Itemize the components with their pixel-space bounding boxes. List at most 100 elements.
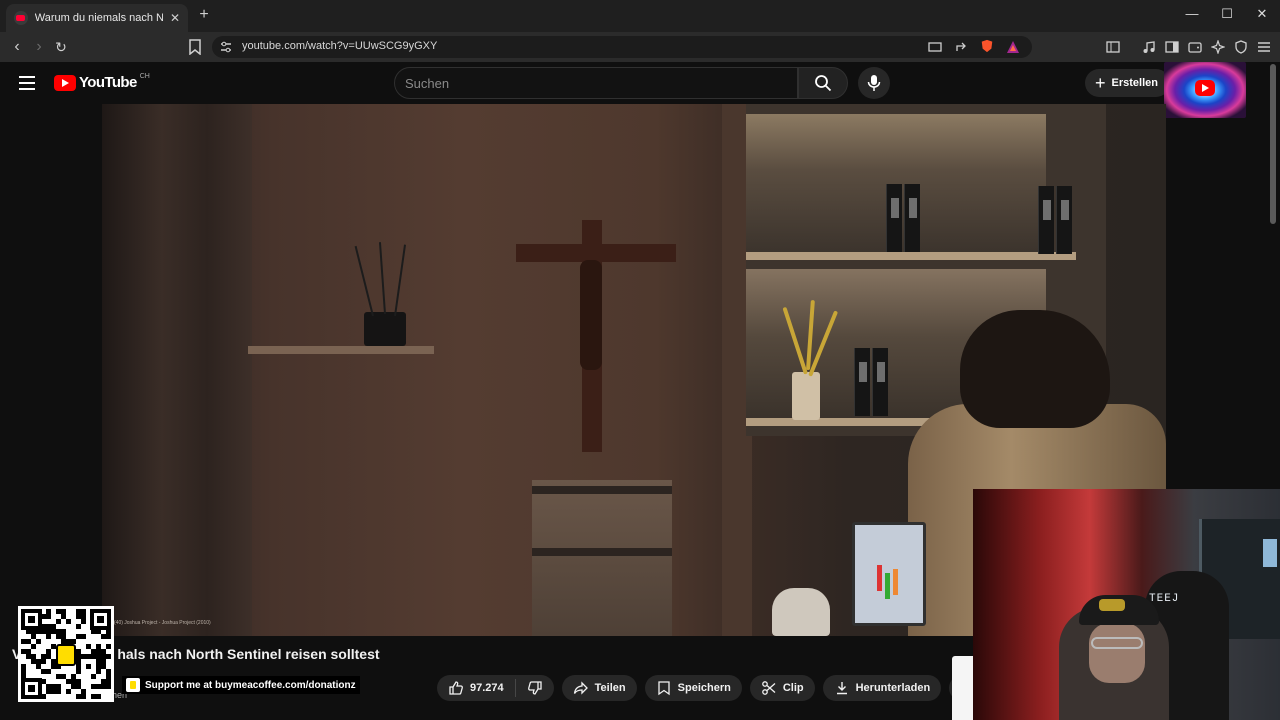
voice-search-button[interactable] bbox=[858, 67, 890, 99]
site-settings-icon[interactable] bbox=[220, 40, 232, 54]
create-button[interactable]: + Erstellen bbox=[1085, 69, 1170, 97]
qr-finder bbox=[90, 609, 111, 630]
clip-label: Clip bbox=[782, 682, 804, 694]
download-icon bbox=[836, 682, 847, 695]
clip-button[interactable]: Clip bbox=[749, 675, 815, 701]
guide-menu-icon[interactable] bbox=[19, 76, 35, 90]
eye-logo-icon bbox=[1195, 80, 1215, 96]
reading-list-icon[interactable] bbox=[1165, 40, 1179, 54]
video-scene-binder bbox=[886, 184, 902, 252]
address-bar[interactable]: youtube.com/watch?v=UUwSCG9yGXY bbox=[212, 36, 1032, 58]
share-page-icon[interactable] bbox=[954, 40, 968, 54]
browser-toolbar: ‹ › ↻ youtube.com/watch?v=UUwSCG9yGXY bbox=[0, 32, 1280, 62]
cast-icon[interactable] bbox=[928, 40, 942, 54]
like-count: 97.274 bbox=[470, 682, 504, 694]
glasses-icon bbox=[1091, 637, 1143, 649]
microphone-icon bbox=[867, 75, 881, 91]
url-text: youtube.com/watch?v=UUwSCG9yGXY bbox=[242, 40, 438, 52]
page-scrollbar[interactable] bbox=[1270, 64, 1276, 224]
qr-module bbox=[106, 694, 111, 699]
video-scene-binder bbox=[904, 184, 920, 252]
vpn-icon[interactable] bbox=[1234, 40, 1248, 54]
qr-finder bbox=[21, 678, 42, 699]
like-button[interactable]: 97.274 bbox=[437, 675, 515, 701]
create-label: Erstellen bbox=[1111, 77, 1158, 89]
search-icon bbox=[815, 75, 832, 92]
search-box[interactable] bbox=[394, 67, 798, 99]
browser-menu-icon[interactable] bbox=[1257, 40, 1271, 54]
donation-qr-code bbox=[18, 606, 114, 702]
youtube-logo[interactable]: YouTube CH bbox=[54, 73, 150, 91]
media-controls-icon[interactable] bbox=[1142, 40, 1156, 54]
qr-finder bbox=[21, 609, 42, 630]
brave-rewards-icon[interactable] bbox=[1006, 40, 1020, 54]
video-source-caption: (40) Joshua Project - Joshua Project (20… bbox=[114, 620, 211, 626]
avatar[interactable] bbox=[1164, 62, 1246, 118]
video-scene-small-shelf bbox=[248, 346, 434, 354]
video-scene-binder bbox=[872, 348, 888, 416]
donation-text: Support me at buymeacoffee.com/donationz bbox=[145, 679, 356, 691]
webcam-neon-sign: TEEJ bbox=[1149, 593, 1180, 605]
scissors-icon bbox=[761, 681, 776, 695]
save-label: Speichern bbox=[677, 682, 731, 694]
share-icon bbox=[573, 681, 588, 695]
video-scene-plant-pot bbox=[792, 372, 820, 420]
video-scene-curtain bbox=[102, 104, 252, 636]
new-tab-button[interactable]: + bbox=[196, 6, 212, 24]
tab-title: Warum du niemals nach North S bbox=[34, 12, 163, 24]
leo-ai-icon[interactable] bbox=[1211, 40, 1225, 54]
forward-button[interactable]: › bbox=[30, 38, 48, 56]
cap-logo-icon bbox=[1099, 599, 1125, 611]
video-scene-person-hair bbox=[960, 310, 1110, 428]
video-scene-device bbox=[772, 588, 830, 636]
browser-tabbar: Warum du niemals nach North S ✕ + — ☐ ✕ bbox=[0, 0, 1280, 32]
video-title-text: hals nach North Sentinel reisen solltest bbox=[117, 646, 380, 662]
video-scene-laptop bbox=[852, 522, 926, 626]
sidebar-icon[interactable] bbox=[1106, 40, 1120, 54]
webcam-background-light bbox=[1263, 539, 1277, 567]
video-scene-diffuser bbox=[364, 312, 406, 346]
save-bookmark-icon bbox=[657, 681, 670, 696]
video-scene-drawer bbox=[532, 486, 672, 494]
streamer-webcam: TEEJ bbox=[973, 489, 1280, 720]
youtube-favicon-icon bbox=[14, 11, 28, 25]
video-scene-plank bbox=[746, 252, 1076, 260]
video-scene-reed bbox=[378, 242, 386, 315]
brave-shields-icon[interactable] bbox=[980, 39, 994, 53]
share-label: Teilen bbox=[594, 682, 626, 694]
donation-banner: Support me at buymeacoffee.com/donationz bbox=[122, 676, 360, 694]
tab-close-icon[interactable]: ✕ bbox=[170, 11, 180, 25]
video-scene-desk bbox=[532, 480, 672, 636]
download-label: Herunterladen bbox=[855, 682, 931, 694]
search-input[interactable] bbox=[405, 74, 785, 92]
youtube-header: YouTube CH + Erstellen bbox=[0, 62, 1280, 118]
thumbs-up-icon bbox=[449, 681, 463, 695]
window-minimize-button[interactable]: — bbox=[1184, 6, 1200, 21]
video-scene-figure bbox=[580, 260, 602, 370]
webcam-streamer-face bbox=[1089, 623, 1145, 683]
reload-button[interactable]: ↻ bbox=[52, 38, 70, 56]
search-button[interactable] bbox=[798, 67, 848, 99]
back-button[interactable]: ‹ bbox=[8, 38, 26, 56]
browser-tab-active[interactable]: Warum du niemals nach North S ✕ bbox=[6, 4, 188, 32]
country-code: CH bbox=[139, 73, 150, 80]
video-scene-drawer bbox=[532, 548, 672, 556]
dislike-button[interactable] bbox=[516, 675, 554, 701]
video-scene-binder bbox=[854, 348, 870, 416]
wallet-icon[interactable] bbox=[1188, 40, 1202, 54]
video-scene-binder bbox=[1056, 186, 1072, 254]
youtube-play-logo-icon bbox=[54, 74, 76, 91]
video-scene-reed bbox=[394, 244, 407, 317]
side-panel-edge bbox=[952, 656, 974, 720]
window-maximize-button[interactable]: ☐ bbox=[1219, 6, 1235, 22]
video-actions: 97.274 Teilen Speichern Clip Herunterlad… bbox=[437, 675, 976, 701]
save-button[interactable]: Speichern bbox=[644, 675, 742, 701]
share-button[interactable]: Teilen bbox=[561, 675, 637, 701]
youtube-wordmark: YouTube bbox=[79, 74, 137, 91]
video-scene-reed bbox=[354, 245, 374, 317]
window-close-button[interactable]: ✕ bbox=[1254, 6, 1270, 22]
download-button[interactable]: Herunterladen bbox=[822, 675, 942, 701]
video-scene-binder bbox=[1038, 186, 1054, 254]
coffee-cup-icon bbox=[56, 644, 76, 666]
bookmark-icon[interactable] bbox=[188, 39, 202, 55]
